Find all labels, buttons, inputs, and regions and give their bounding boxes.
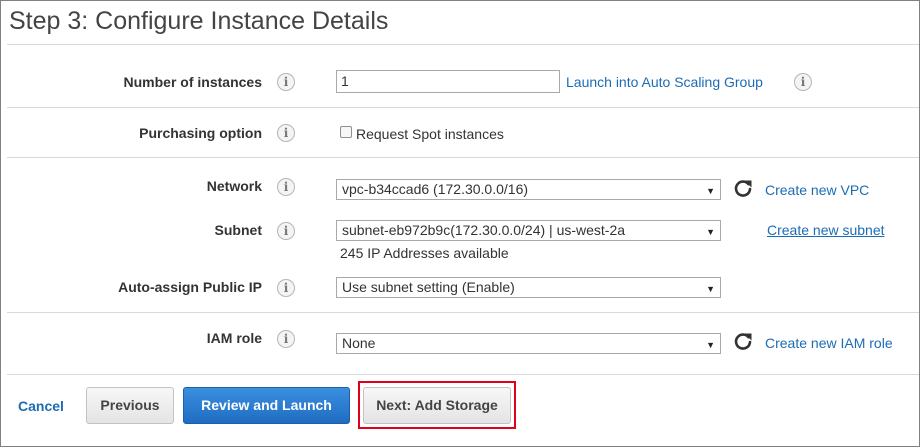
public-ip-label: Auto-assign Public IP (118, 279, 262, 295)
chevron-down-icon: ▼ (706, 227, 715, 237)
iam-role-selected-value: None (342, 335, 376, 351)
auto-scaling-link[interactable]: Launch into Auto Scaling Group (566, 74, 763, 90)
purchasing-label: Purchasing option (139, 125, 262, 141)
subnet-label: Subnet (214, 222, 262, 238)
review-and-launch-button[interactable]: Review and Launch (183, 387, 350, 424)
divider (7, 157, 919, 158)
instances-input[interactable]: 1 (336, 70, 560, 93)
public-ip-select[interactable]: Use subnet setting (Enable) ▼ (336, 277, 721, 298)
divider (7, 107, 919, 108)
spot-instances-label: Request Spot instances (356, 126, 504, 142)
subnet-selected-value: subnet-eb972b9c(172.30.0.0/24) | us-west… (342, 222, 626, 238)
info-icon[interactable]: i (277, 279, 295, 297)
chevron-down-icon: ▼ (706, 284, 715, 294)
create-iam-role-link[interactable]: Create new IAM role (765, 335, 893, 351)
info-icon[interactable]: i (277, 73, 295, 91)
create-subnet-link[interactable]: Create new subnet (767, 222, 885, 238)
instances-label: Number of instances (123, 74, 262, 90)
info-icon[interactable]: i (277, 124, 295, 142)
subnet-select[interactable]: subnet-eb972b9c(172.30.0.0/24) | us-west… (336, 220, 721, 241)
chevron-down-icon: ▼ (706, 186, 715, 196)
divider (7, 44, 919, 45)
iam-role-select[interactable]: None ▼ (336, 333, 721, 354)
refresh-icon[interactable] (732, 331, 754, 353)
refresh-icon[interactable] (732, 178, 754, 200)
public-ip-selected-value: Use subnet setting (Enable) (342, 279, 515, 295)
create-vpc-link[interactable]: Create new VPC (765, 182, 869, 198)
network-label: Network (206, 178, 262, 194)
info-icon[interactable]: i (794, 73, 812, 91)
network-selected-value: vpc-b34ccad6 (172.30.0.0/16) (342, 181, 529, 197)
info-icon[interactable]: i (277, 178, 295, 196)
previous-button[interactable]: Previous (86, 387, 174, 424)
cancel-link[interactable]: Cancel (18, 398, 64, 414)
network-select[interactable]: vpc-b34ccad6 (172.30.0.0/16) ▼ (336, 179, 721, 200)
divider (7, 312, 919, 313)
divider (7, 374, 919, 375)
subnet-ip-count: 245 IP Addresses available (340, 245, 509, 261)
spot-instances-checkbox[interactable] (340, 126, 352, 138)
iam-role-label: IAM role (206, 330, 262, 346)
info-icon[interactable]: i (277, 330, 295, 348)
next-add-storage-button[interactable]: Next: Add Storage (363, 387, 511, 424)
page-title: Step 3: Configure Instance Details (9, 7, 389, 35)
info-icon[interactable]: i (277, 222, 295, 240)
chevron-down-icon: ▼ (706, 340, 715, 350)
